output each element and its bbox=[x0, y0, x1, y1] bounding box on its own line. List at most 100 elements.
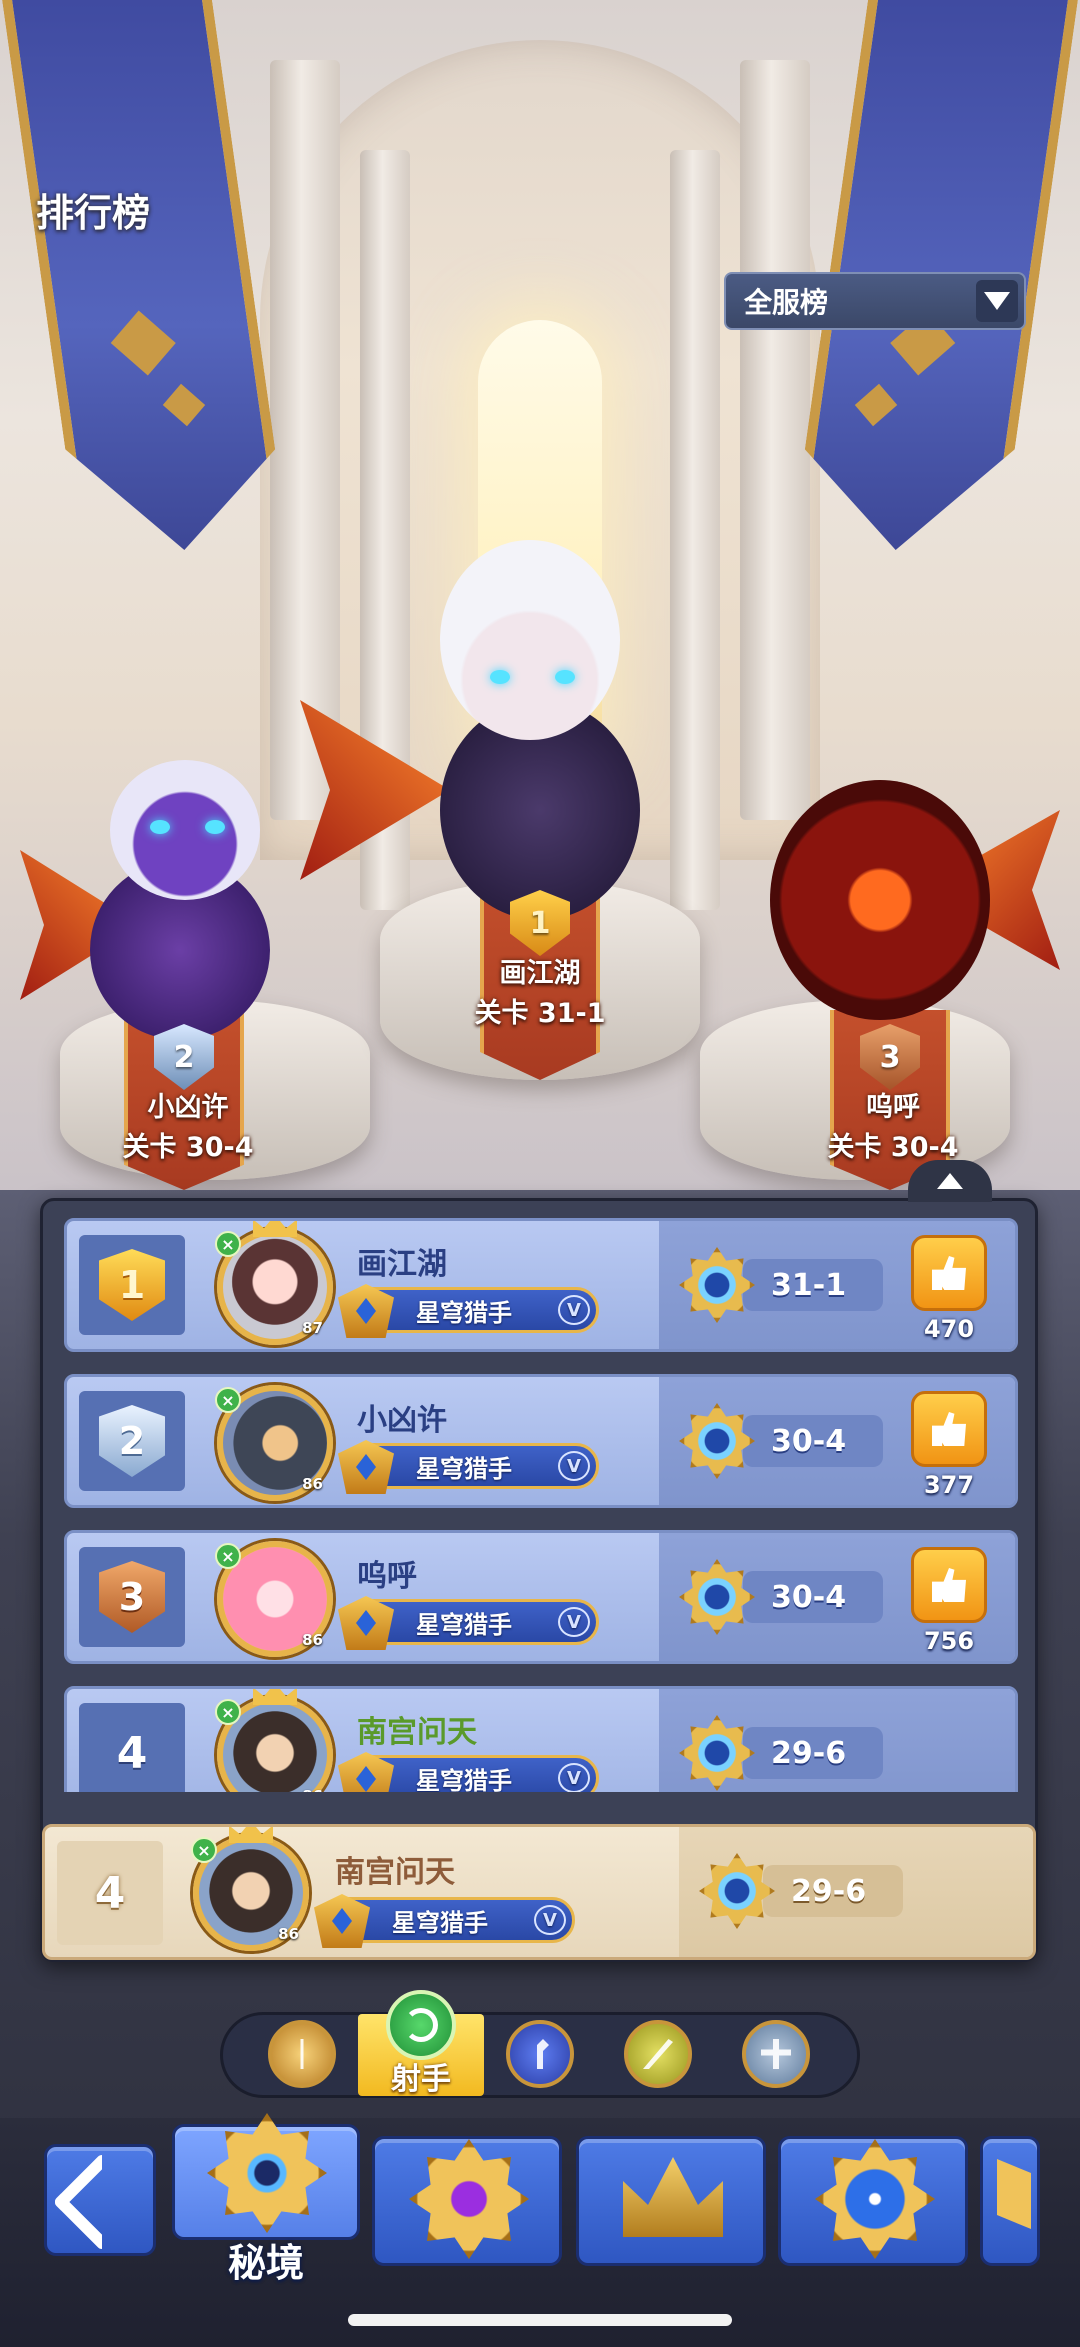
home-indicator[interactable] bbox=[348, 2314, 732, 2326]
class-badge-icon: × bbox=[215, 1543, 241, 1569]
stage-area: 31-1 470 bbox=[659, 1221, 1015, 1349]
podium-scene: 1 画江湖 关卡 31-1 2 小凶许 关卡 30-4 3 呜呼 关卡 30-4 bbox=[0, 0, 1080, 1200]
thumbs-up-icon bbox=[932, 1412, 966, 1446]
rank-cell: 3 bbox=[79, 1547, 185, 1647]
title-plate: 星穹猎手 V bbox=[338, 1440, 599, 1494]
class-badge-icon: × bbox=[215, 1231, 241, 1257]
left-banner bbox=[1, 0, 290, 550]
chevron-down-icon[interactable] bbox=[976, 280, 1018, 322]
title-emblem-icon bbox=[338, 1440, 394, 1494]
avatar[interactable]: × 87 bbox=[215, 1221, 333, 1345]
title-plate: 星穹猎手 V bbox=[338, 1596, 599, 1650]
mage-icon[interactable] bbox=[506, 2020, 574, 2088]
stage-emblem-icon bbox=[679, 1247, 755, 1323]
player-level: 87 bbox=[302, 1319, 323, 1337]
rank-1-badge: 1 bbox=[99, 1249, 165, 1321]
crown-icon bbox=[623, 2157, 723, 2237]
my-stage-value: 29-6 bbox=[763, 1865, 903, 1917]
nav-secret-realm-label: 秘境 bbox=[227, 2241, 304, 2285]
title-emblem-icon bbox=[314, 1894, 370, 1948]
stage-area: 30-4 377 bbox=[659, 1377, 1015, 1505]
podium-2-stage: 关卡 30-4 bbox=[122, 1132, 254, 1163]
player-title: 星穹猎手 bbox=[416, 1454, 512, 1483]
rank-cell: 4 bbox=[79, 1703, 185, 1792]
table-row[interactable]: 2 × 86 小凶许 星穹猎手 V 30-4 377 bbox=[64, 1374, 1018, 1508]
rank-2-badge: 2 bbox=[99, 1405, 165, 1477]
player-level: 86 bbox=[278, 1925, 299, 1943]
player-name: 呜呼 bbox=[357, 1559, 417, 1594]
player-level: 86 bbox=[302, 1475, 323, 1493]
stage-area: 29-6 bbox=[659, 1689, 1015, 1792]
warrior-icon[interactable] bbox=[268, 2020, 336, 2088]
player-name: 南宫问天 bbox=[357, 1715, 477, 1750]
rank-cell: 4 bbox=[57, 1841, 163, 1945]
page-title: 排行榜 bbox=[36, 191, 151, 235]
avatar[interactable]: × 86 bbox=[215, 1541, 333, 1657]
player-title: 星穹猎手 bbox=[416, 1298, 512, 1327]
tab-archer-label: 射手 bbox=[391, 2062, 451, 2097]
vip-badge: V bbox=[558, 1451, 590, 1481]
like-button[interactable] bbox=[911, 1391, 987, 1467]
nav-void[interactable] bbox=[372, 2136, 562, 2266]
hero-rank-1[interactable] bbox=[340, 500, 720, 920]
player-title: 星穹猎手 bbox=[416, 1610, 512, 1639]
podium-1-stage: 关卡 31-1 bbox=[474, 998, 606, 1029]
title-plate: 星穹猎手 V bbox=[338, 1752, 599, 1793]
archer-icon[interactable] bbox=[386, 1990, 456, 2060]
stage-emblem-icon bbox=[699, 1853, 775, 1929]
my-rank-number: 4 bbox=[94, 1867, 126, 1919]
stage-value: 31-1 bbox=[743, 1259, 883, 1311]
player-name: 画江湖 bbox=[357, 1247, 447, 1282]
stage-area: 30-4 756 bbox=[659, 1533, 1015, 1661]
table-row[interactable]: 1 × 87 画江湖 星穹猎手 V 31-1 470 bbox=[64, 1218, 1018, 1352]
server-scope-dropdown[interactable]: 全服榜 bbox=[724, 272, 1026, 330]
nav-more[interactable] bbox=[980, 2136, 1040, 2266]
crown-icon bbox=[253, 1221, 297, 1237]
like-count: 377 bbox=[923, 1471, 975, 1499]
dropdown-value: 全服榜 bbox=[744, 286, 829, 319]
table-row[interactable]: 3 × 86 呜呼 星穹猎手 V 30-4 756 bbox=[64, 1530, 1018, 1664]
class-badge-icon: × bbox=[215, 1387, 241, 1413]
my-avatar[interactable]: × 86 bbox=[191, 1827, 309, 1951]
crown-icon bbox=[253, 1689, 297, 1705]
vip-badge: V bbox=[558, 1295, 590, 1325]
title-plate: 星穹猎手 V bbox=[314, 1894, 575, 1948]
player-level: 86 bbox=[302, 1631, 323, 1649]
thumbs-up-icon bbox=[932, 1256, 966, 1290]
like-button[interactable] bbox=[911, 1235, 987, 1311]
class-badge-icon: × bbox=[215, 1699, 241, 1725]
podium-3-name: 呜呼 bbox=[866, 1092, 920, 1123]
assassin-icon[interactable] bbox=[624, 2020, 692, 2088]
stage-emblem-icon bbox=[679, 1715, 755, 1791]
like-button[interactable] bbox=[911, 1547, 987, 1623]
nav-crown[interactable] bbox=[576, 2136, 766, 2266]
hero-rank-3[interactable] bbox=[730, 700, 1060, 1040]
vip-badge: V bbox=[558, 1763, 590, 1792]
stage-value: 30-4 bbox=[743, 1415, 883, 1467]
like-count: 470 bbox=[923, 1315, 975, 1343]
avatar[interactable]: × 86 bbox=[215, 1385, 333, 1501]
avatar[interactable]: × 86 bbox=[215, 1689, 333, 1792]
my-rank-row[interactable]: 4 × 86 南宫问天 星穹猎手 V 29-6 bbox=[42, 1824, 1036, 1960]
collapse-up-icon[interactable] bbox=[908, 1160, 992, 1202]
back-icon bbox=[52, 2152, 152, 2252]
hero-rank-2[interactable] bbox=[30, 700, 330, 1040]
nav-secret-realm[interactable] bbox=[172, 2113, 360, 2240]
leaderboard-list[interactable]: 1 × 87 画江湖 星穹猎手 V 31-1 470 2 × 86 小凶许 星穹… bbox=[64, 1218, 1018, 1792]
rank-cell: 1 bbox=[79, 1235, 185, 1335]
player-level: 86 bbox=[302, 1787, 323, 1792]
star-gate-icon bbox=[815, 2139, 935, 2259]
vip-badge: V bbox=[558, 1607, 590, 1637]
nav-star-gate[interactable] bbox=[778, 2136, 968, 2266]
back-button[interactable] bbox=[44, 2144, 156, 2256]
rank-cell: 2 bbox=[79, 1391, 185, 1491]
title-plate: 星穹猎手 V bbox=[338, 1284, 599, 1338]
title-emblem-icon bbox=[338, 1596, 394, 1650]
class-badge-icon: × bbox=[191, 1837, 217, 1863]
table-row[interactable]: 4 × 86 南宫问天 星穹猎手 V 29-6 bbox=[64, 1686, 1018, 1792]
player-name: 小凶许 bbox=[357, 1403, 447, 1438]
player-title: 星穹猎手 bbox=[416, 1766, 512, 1793]
like-count: 756 bbox=[923, 1627, 975, 1655]
priest-icon[interactable] bbox=[742, 2020, 810, 2088]
stage-area: 29-6 bbox=[679, 1827, 1033, 1957]
